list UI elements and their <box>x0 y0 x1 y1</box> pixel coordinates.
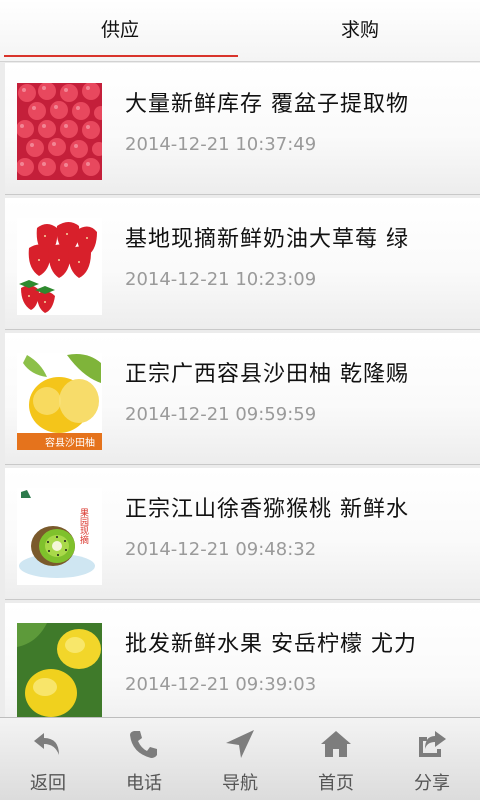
phone-icon <box>127 727 161 761</box>
tab-supply-label: 供应 <box>100 19 139 41</box>
active-tab-indicator <box>4 55 238 57</box>
phone-button[interactable]: 电话 <box>96 718 192 800</box>
strawberry-thumbnail <box>17 218 102 315</box>
back-arrow-icon <box>31 727 65 761</box>
back-button[interactable]: 返回 <box>0 718 96 800</box>
navigation-button-label: 导航 <box>222 773 258 794</box>
home-button[interactable]: 首页 <box>288 718 384 800</box>
tab-supply[interactable]: 供应 <box>0 0 240 61</box>
item-title: 正宗江山徐香猕猴桃 新鲜水 <box>125 497 409 522</box>
item-title: 基地现摘新鲜奶油大草莓 绿 <box>125 227 409 252</box>
item-timestamp: 2014-12-21 09:48:32 <box>125 539 317 560</box>
item-title: 正宗广西容县沙田柚 乾隆赐 <box>125 362 409 387</box>
list-item[interactable]: 批发新鲜水果 安岳柠檬 尤力 2014-12-21 09:39:03 <box>5 603 480 717</box>
list-item[interactable]: 大量新鲜库存 覆盆子提取物 2014-12-21 10:37:49 <box>5 63 480 195</box>
list-item[interactable]: 基地现摘新鲜奶油大草莓 绿 2014-12-21 10:23:09 <box>5 198 480 330</box>
share-button-label: 分享 <box>414 773 450 794</box>
lemon-thumbnail <box>17 623 102 717</box>
tab-purchase[interactable]: 求购 <box>240 0 480 61</box>
item-title: 大量新鲜库存 覆盆子提取物 <box>125 92 409 117</box>
kiwi-image-caption: 果园现摘 <box>78 508 89 545</box>
item-title: 批发新鲜水果 安岳柠檬 尤力 <box>125 632 417 657</box>
item-timestamp: 2014-12-21 09:39:03 <box>125 674 317 695</box>
navigation-button[interactable]: 导航 <box>192 718 288 800</box>
product-list: 大量新鲜库存 覆盆子提取物 2014-12-21 10:37:49 基地现摘新鲜… <box>0 63 480 717</box>
item-timestamp: 2014-12-21 10:37:49 <box>125 134 317 155</box>
pomelo-thumbnail: 容县沙田柚 <box>17 353 102 450</box>
raspberry-thumbnail <box>17 83 102 180</box>
item-timestamp: 2014-12-21 10:23:09 <box>125 269 317 290</box>
list-item[interactable]: 容县沙田柚 正宗广西容县沙田柚 乾隆赐 2014-12-21 09:59:59 <box>5 333 480 465</box>
pomelo-image-caption: 容县沙田柚 <box>45 436 95 449</box>
phone-button-label: 电话 <box>126 773 162 794</box>
kiwi-thumbnail: 果园现摘 <box>17 488 102 585</box>
back-button-label: 返回 <box>30 773 66 794</box>
home-icon <box>319 727 353 761</box>
share-button[interactable]: 分享 <box>384 718 480 800</box>
bottom-nav-bar: 返回 电话 导航 首页 分享 <box>0 717 480 800</box>
home-button-label: 首页 <box>318 773 354 794</box>
navigation-arrow-icon <box>223 727 257 761</box>
item-timestamp: 2014-12-21 09:59:59 <box>125 404 317 425</box>
tab-purchase-label: 求购 <box>340 19 379 41</box>
tab-bar: 供应 求购 <box>0 0 480 62</box>
share-icon <box>415 727 449 761</box>
list-item[interactable]: 果园现摘 正宗江山徐香猕猴桃 新鲜水 2014-12-21 09:48:32 <box>5 468 480 600</box>
